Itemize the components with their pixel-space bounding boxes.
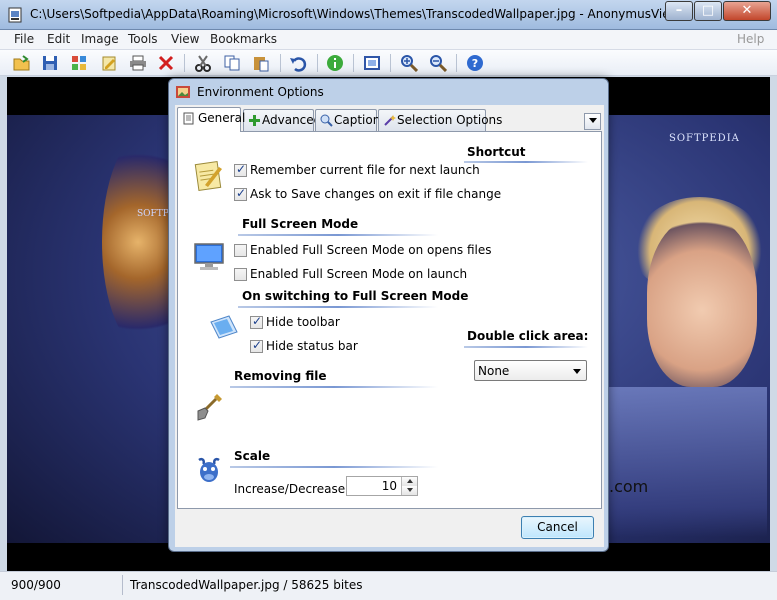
tab-strip: General Advanced Caption Selection Optio… <box>175 105 604 132</box>
monitor-icon <box>194 243 224 270</box>
double-click-heading: Double click area: <box>467 329 589 343</box>
status-bar: 900/900 TranscodedWallpaper.jpg / 58625 … <box>0 571 777 600</box>
dialog-title: Environment Options <box>197 85 324 99</box>
hide-toolbar-checkbox[interactable] <box>250 314 263 329</box>
menu-edit[interactable]: Edit <box>47 32 70 46</box>
maximize-icon: □ <box>701 3 715 18</box>
double-click-select[interactable]: None <box>474 360 587 381</box>
toolbar-separator <box>390 54 391 72</box>
edit-icon[interactable] <box>100 54 118 72</box>
hide-status-label: Hide status bar <box>266 339 358 353</box>
general-panel: Remember current file for next launch As… <box>177 131 602 509</box>
svg-text:?: ? <box>472 57 478 70</box>
notepad-icon <box>194 161 222 191</box>
chevron-down-icon <box>589 118 597 123</box>
tab-label: General <box>198 111 246 125</box>
close-button[interactable]: ✕ <box>723 1 771 21</box>
minimize-icon: – <box>675 3 683 18</box>
wallpaper-reflection <box>607 387 767 537</box>
title-bar: C:\Users\Softpedia\AppData\Roaming\Micro… <box>0 0 777 30</box>
fs-launch-checkbox[interactable] <box>234 268 247 281</box>
tab-advanced[interactable]: Advanced <box>243 109 321 131</box>
help-icon[interactable]: ? <box>466 54 484 72</box>
chevron-down-icon <box>573 369 581 374</box>
cancel-button[interactable]: Cancel <box>521 516 594 539</box>
info-icon[interactable] <box>326 54 344 72</box>
window-title: C:\Users\Softpedia\AppData\Roaming\Micro… <box>30 7 692 21</box>
double-click-value: None <box>478 364 510 378</box>
scale-stepper[interactable]: 10 <box>346 476 418 496</box>
full-screen-heading: Full Screen Mode <box>242 217 359 231</box>
scale-value: 10 <box>381 479 397 493</box>
maximize-button[interactable]: □ <box>694 1 722 21</box>
remember-file-label: Remember current file for next launch <box>250 163 480 177</box>
menu-help[interactable]: Help <box>737 32 764 46</box>
wand-icon <box>384 115 396 126</box>
watermark-left: SOFTP <box>137 209 169 219</box>
status-file-info: TranscodedWallpaper.jpg / 58625 bites <box>130 578 363 592</box>
plus-icon <box>249 115 260 126</box>
print-icon[interactable] <box>129 54 147 72</box>
fs-open-files-checkbox[interactable] <box>234 244 247 257</box>
zoom-in-icon[interactable] <box>400 54 418 72</box>
minimize-button[interactable]: – <box>665 1 693 21</box>
zoom-out-icon[interactable] <box>429 54 447 72</box>
gnu-icon <box>198 457 220 482</box>
fullscreen-icon[interactable] <box>363 54 381 72</box>
tab-overflow-button[interactable] <box>584 113 601 130</box>
caption-icon <box>320 114 333 127</box>
removing-heading: Removing file <box>234 369 327 383</box>
status-count: 900/900 <box>11 578 61 592</box>
tab-label: Selection Options <box>397 113 503 127</box>
remember-file-checkbox[interactable] <box>234 162 247 177</box>
menu-image[interactable]: Image <box>81 32 119 46</box>
tab-general[interactable]: General <box>177 107 245 132</box>
fs-launch-label: Enabled Full Screen Mode on launch <box>250 267 468 281</box>
shovel-icon <box>197 394 222 421</box>
thumbnails-icon[interactable] <box>70 54 88 72</box>
paste-icon[interactable] <box>252 54 270 72</box>
tab-caption[interactable]: Caption <box>315 109 381 131</box>
menu-bar: File Edit Image Tools View Bookmarks Hel… <box>0 30 777 50</box>
cut-icon[interactable] <box>194 54 212 72</box>
toolbar-separator <box>184 54 185 72</box>
open-folder-icon[interactable] <box>13 54 31 72</box>
undo-icon[interactable] <box>289 54 307 72</box>
menu-tools[interactable]: Tools <box>128 32 158 46</box>
dialog-icon <box>176 86 190 98</box>
toolbar-separator <box>353 54 354 72</box>
hide-status-checkbox[interactable] <box>250 338 263 353</box>
page-icon <box>183 112 194 125</box>
toolbar-separator <box>317 54 318 72</box>
close-icon: ✕ <box>741 3 753 18</box>
toolbar-separator <box>456 54 457 72</box>
environment-options-dialog: Environment Options General Advanced Cap… <box>168 78 609 552</box>
menu-view[interactable]: View <box>171 32 199 46</box>
stepper-up-icon[interactable] <box>401 477 417 486</box>
save-icon[interactable] <box>41 54 59 72</box>
switching-heading: On switching to Full Screen Mode <box>242 289 469 303</box>
watermark-right: SOFTPEDIA <box>669 133 740 144</box>
wallpaper-face <box>647 217 757 387</box>
stepper-down-icon[interactable] <box>401 486 417 495</box>
hide-toolbar-label: Hide toolbar <box>266 315 340 329</box>
menu-bookmarks[interactable]: Bookmarks <box>210 32 277 46</box>
delete-icon[interactable] <box>157 54 175 72</box>
tab-label: Caption <box>334 113 381 127</box>
watermark-com: .com <box>609 477 649 496</box>
scale-label: Increase/Decrease on <box>234 482 364 496</box>
copy-icon[interactable] <box>223 54 241 72</box>
app-icon <box>8 7 22 23</box>
windows-icon <box>210 315 238 339</box>
tab-label: Advanced <box>262 113 322 127</box>
tab-selection-options[interactable]: Selection Options <box>378 109 502 131</box>
toolbar: ? <box>0 50 777 76</box>
toolbar-separator <box>280 54 281 72</box>
ask-save-checkbox[interactable] <box>234 186 247 201</box>
scale-heading: Scale <box>234 449 271 463</box>
menu-file[interactable]: File <box>14 32 34 46</box>
shortcut-heading: Shortcut <box>467 145 526 159</box>
fs-open-files-label: Enabled Full Screen Mode on opens files <box>250 243 492 257</box>
ask-save-label: Ask to Save changes on exit if file chan… <box>250 187 502 201</box>
